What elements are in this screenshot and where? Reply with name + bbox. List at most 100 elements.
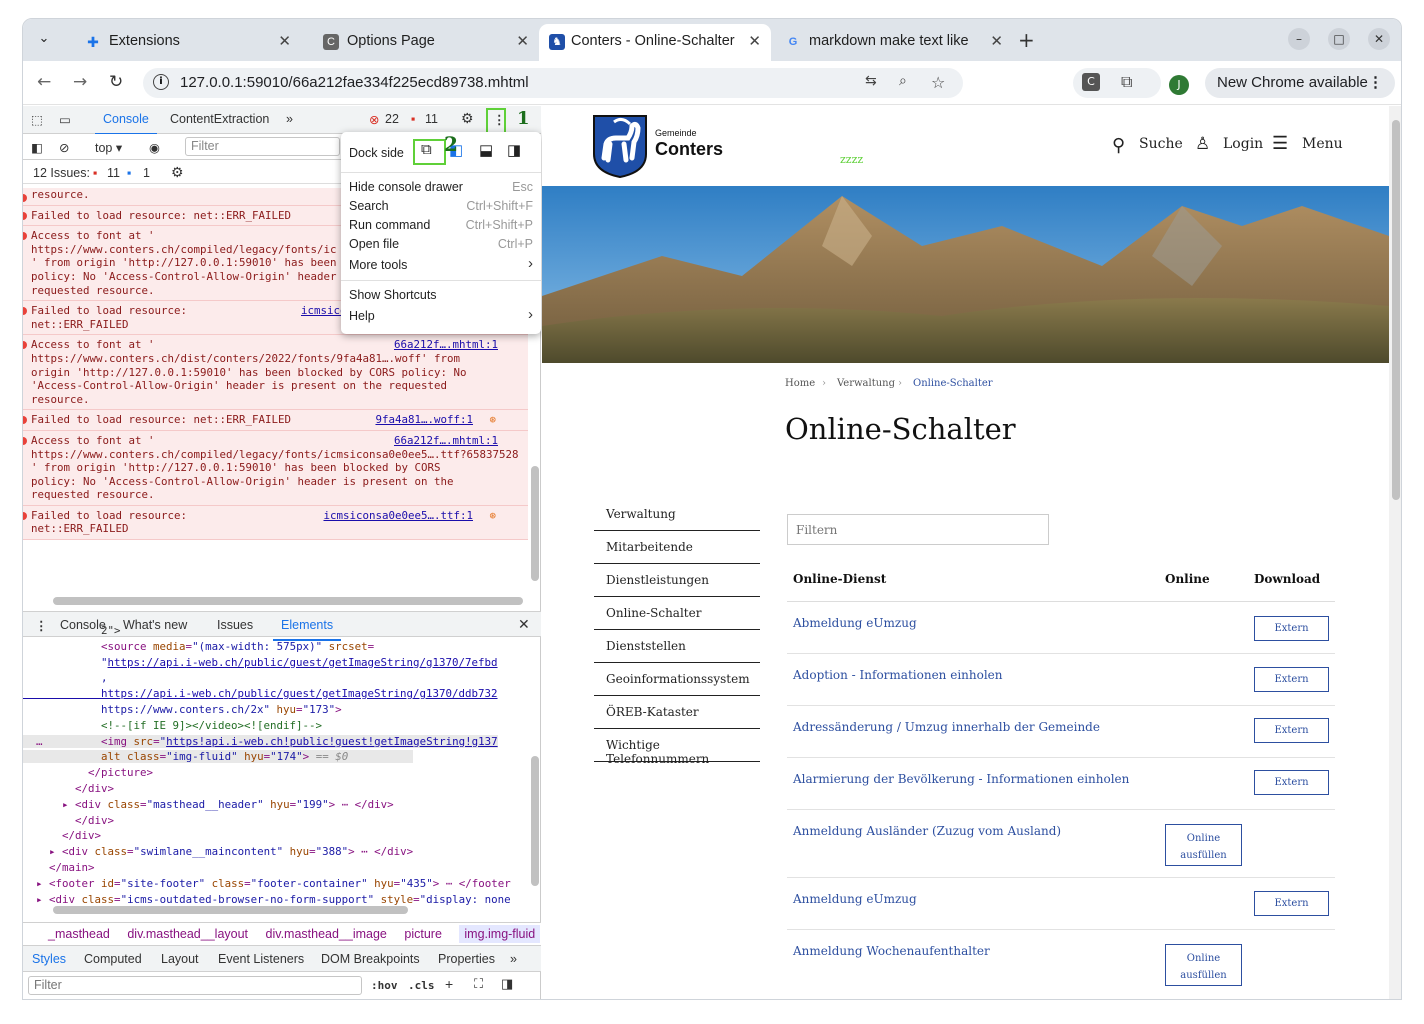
dock-right-icon[interactable]: ◨	[507, 141, 521, 159]
elements-hscrollbar[interactable]	[53, 906, 408, 914]
styles-filter-input[interactable]: Filter	[28, 976, 362, 995]
service-link[interactable]: Adressänderung / Umzug innerhalb der Gem…	[793, 720, 1100, 734]
device-toolbar-icon[interactable]: ▭	[59, 112, 71, 127]
breadcrumb-verwaltung[interactable]: Verwaltung	[837, 378, 895, 389]
message-source-link[interactable]: 66a212f….mhtml:1	[394, 434, 498, 448]
tab-event-listeners[interactable]: Event Listeners	[218, 952, 304, 966]
page-scroll-thumb[interactable]	[1392, 120, 1400, 500]
color-format-icon[interactable]: ⛶	[474, 976, 483, 992]
cls-toggle[interactable]: .cls	[408, 979, 435, 992]
sidebar-item-oereb-kataster[interactable]: ÖREB-Kataster	[594, 696, 760, 729]
tab-contentextraction[interactable]: ContentExtraction	[170, 112, 269, 126]
maximize-icon[interactable]: □	[1328, 28, 1350, 50]
filter-input[interactable]	[787, 514, 1049, 545]
message-source-link[interactable]: 9fa4a81….woff:1	[375, 413, 473, 427]
page-scrollbar[interactable]	[1389, 106, 1401, 999]
breadcrumb-item[interactable]: picture	[404, 927, 442, 941]
dock-bottom-icon[interactable]: ⬓	[479, 141, 493, 159]
menu-item-run-command[interactable]: Run command Ctrl+Shift+P	[341, 218, 541, 237]
extern-button[interactable]: Extern	[1254, 718, 1329, 743]
error-count-icon[interactable]: ⊗	[369, 112, 379, 127]
network-icon[interactable]: ⊛	[489, 509, 496, 523]
service-link[interactable]: Anmeldung eUmzug	[793, 892, 917, 906]
extern-button[interactable]: Extern	[1254, 667, 1329, 692]
conters-crest-logo[interactable]	[592, 114, 648, 178]
reload-icon[interactable]: ↻	[109, 72, 123, 92]
tab-styles[interactable]: Styles	[32, 952, 66, 966]
breadcrumb-item[interactable]: div.masthead__image	[266, 927, 387, 941]
tab-dom-breakpoints[interactable]: DOM Breakpoints	[321, 952, 420, 966]
extern-button[interactable]: Extern	[1254, 770, 1329, 795]
extension-c-icon[interactable]: C	[1082, 73, 1100, 91]
undock-window-icon[interactable]: ⧉	[421, 141, 432, 158]
minimize-icon[interactable]: –	[1288, 28, 1310, 50]
close-tab-icon[interactable]: ✕	[516, 32, 529, 50]
site-info-icon[interactable]: i	[153, 74, 169, 90]
menu-item-open-file[interactable]: Open file Ctrl+P	[341, 237, 541, 256]
console-hscrollbar[interactable]	[53, 597, 523, 605]
elements-scrollbar[interactable]	[531, 756, 539, 886]
search-link[interactable]: Suche	[1139, 136, 1183, 152]
tab-conters[interactable]: ♞ Conters - Online-Schalter ✕	[539, 24, 771, 61]
tab-search-chevron-icon[interactable]: ⌄	[31, 26, 57, 52]
hamburger-menu-icon[interactable]: ☰	[1272, 133, 1288, 154]
service-link[interactable]: Abmeldung eUmzug	[793, 616, 917, 630]
tab-extensions[interactable]: ✚ Extensions ✕	[63, 24, 301, 61]
sidebar-item-mitarbeitende[interactable]: Mitarbeitende	[594, 531, 760, 564]
close-tab-icon[interactable]: ✕	[748, 32, 761, 50]
service-link[interactable]: Adoption - Informationen einholen	[793, 668, 1003, 682]
forward-icon[interactable]: →	[73, 72, 87, 92]
close-window-icon[interactable]: ✕	[1368, 28, 1390, 50]
tab-computed[interactable]: Computed	[84, 952, 142, 966]
address-bar[interactable]: i 127.0.0.1:59010/66a212fae334f225ecd897…	[143, 68, 963, 98]
user-icon[interactable]: ♙	[1195, 134, 1210, 154]
new-tab-button[interactable]: +	[1018, 28, 1035, 52]
online-ausfuellen-button[interactable]: Online ausfüllen	[1165, 944, 1242, 986]
sidebar-toggle-icon[interactable]: ◧	[31, 140, 43, 155]
menu-item-more-tools[interactable]: More tools ›	[341, 255, 541, 277]
live-expression-eye-icon[interactable]: ◉	[149, 140, 160, 155]
console-scrollbar[interactable]	[531, 466, 539, 581]
menu-link[interactable]: Menu	[1302, 136, 1343, 152]
sidebar-item-wichtige-telefonnummern[interactable]: Wichtige Telefonnummern	[594, 729, 760, 766]
sidebar-item-geoinformationssystem[interactable]: Geoinformationssystem	[594, 663, 760, 696]
breadcrumb-item-selected[interactable]: img.img-fluid	[459, 925, 541, 943]
issues-settings-icon[interactable]: ⚙	[171, 164, 184, 181]
breadcrumb-item[interactable]: _masthead	[48, 927, 110, 941]
issues-label[interactable]: 12 Issues:	[33, 166, 90, 180]
new-style-rule-icon[interactable]: +	[445, 976, 453, 992]
login-link[interactable]: Login	[1223, 136, 1263, 152]
more-tabs-icon[interactable]: »	[286, 112, 293, 126]
sidebar-item-dienststellen[interactable]: Dienststellen	[594, 630, 760, 663]
service-link[interactable]: Anmeldung Wochenaufenthalter	[793, 944, 990, 958]
bookmark-star-icon[interactable]: ☆	[931, 73, 945, 92]
menu-item-search[interactable]: Search Ctrl+Shift+F	[341, 199, 541, 218]
context-select[interactable]: top ▾	[95, 140, 122, 155]
hov-toggle[interactable]: :hov	[371, 979, 398, 992]
extensions-puzzle-icon[interactable]: ⧉	[1121, 72, 1132, 92]
network-icon[interactable]: ⊛	[489, 413, 496, 427]
sidebar-item-dienstleistungen[interactable]: Dienstleistungen	[594, 564, 760, 597]
computed-sidebar-icon[interactable]: ◨	[501, 976, 513, 992]
menu-item-help[interactable]: Help ›	[341, 306, 541, 328]
close-tab-icon[interactable]: ✕	[990, 32, 1003, 50]
tab-options-page[interactable]: C Options Page ✕	[301, 24, 539, 61]
extern-button[interactable]: Extern	[1254, 891, 1329, 916]
breadcrumb-home[interactable]: Home	[785, 378, 815, 389]
close-tab-icon[interactable]: ✕	[278, 32, 291, 50]
tab-layout[interactable]: Layout	[161, 952, 199, 966]
update-chrome-button[interactable]: New Chrome available ⋮	[1205, 68, 1395, 98]
extern-button[interactable]: Extern	[1254, 616, 1329, 641]
back-icon[interactable]: ←	[37, 72, 51, 92]
service-link[interactable]: Alarmierung der Bevölkerung - Informatio…	[793, 772, 1129, 786]
clear-console-icon[interactable]: ⊘	[59, 140, 69, 155]
menu-item-show-shortcuts[interactable]: Show Shortcuts	[341, 288, 541, 307]
menu-item-hide-console-drawer[interactable]: Hide console drawer Esc	[341, 180, 541, 199]
search-icon[interactable]: ⚲	[1112, 135, 1125, 156]
more-style-tabs-icon[interactable]: »	[510, 952, 517, 966]
online-ausfuellen-button[interactable]: Online ausfüllen	[1165, 824, 1242, 866]
sidebar-item-online-schalter[interactable]: Online-Schalter	[594, 597, 760, 630]
tab-markdown[interactable]: G markdown make text like ✕	[775, 24, 1013, 61]
breadcrumb-item[interactable]: div.masthead__layout	[127, 927, 248, 941]
sidebar-item-verwaltung[interactable]: Verwaltung	[594, 498, 760, 531]
